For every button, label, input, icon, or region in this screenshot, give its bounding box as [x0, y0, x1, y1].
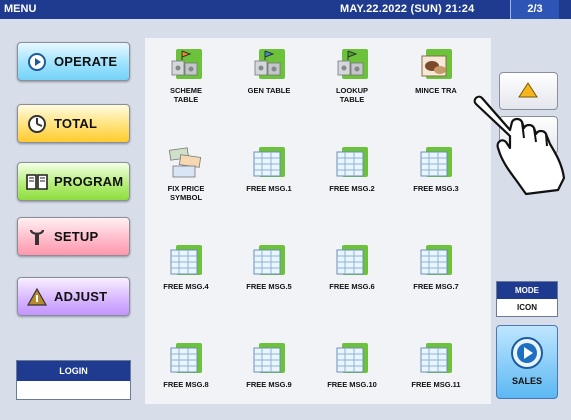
lookup-table-icon: [334, 48, 370, 82]
tile-label: FREE MSG.3: [396, 184, 476, 193]
mode-value: ICON: [517, 303, 537, 312]
tile-label-line2: TABLE: [173, 95, 199, 104]
tile-label: FREE MSG.8: [146, 380, 226, 389]
tile-label-line2: SYMBOL: [169, 193, 203, 202]
sales-play-icon: [510, 336, 544, 370]
tile-lookup[interactable]: LOOKUP TABLE: [312, 48, 392, 104]
tile-mince-tra[interactable]: MINCE TRA: [396, 48, 476, 95]
setup-button[interactable]: SETUP: [17, 217, 130, 256]
tile-label-line1: FREE MSG.8: [163, 380, 209, 389]
tile-label: FREE MSG.10: [312, 380, 392, 389]
tile-label-line1: SCHEME: [169, 86, 203, 95]
fix-price-icon: [168, 146, 204, 180]
free-msg-icon: [334, 244, 370, 278]
total-button[interactable]: TOTAL: [17, 104, 130, 143]
up-arrow-icon: [518, 82, 538, 98]
scroll-down-button[interactable]: [499, 116, 558, 154]
tile-label: MINCE TRA: [396, 86, 476, 95]
free-msg-icon: [251, 146, 287, 180]
tile-label: FREE MSG.5: [229, 282, 309, 291]
login-label: LOGIN: [17, 361, 130, 381]
book-icon: [24, 171, 50, 193]
tile-free-msg-11[interactable]: FREE MSG.11: [396, 342, 476, 389]
tile-gen-table[interactable]: GEN TABLE: [229, 48, 309, 95]
setup-label: SETUP: [54, 229, 99, 244]
tile-label-line1: FREE MSG.1: [246, 184, 292, 193]
program-button[interactable]: PROGRAM: [17, 162, 130, 201]
tile-label-line1: FIX PRICE: [167, 184, 205, 193]
free-msg-icon: [334, 342, 370, 376]
sales-label: SALES: [511, 376, 542, 386]
adjust-button[interactable]: ADJUST: [17, 277, 130, 316]
tile-label: FREE MSG.9: [229, 380, 309, 389]
tile-free-msg-6[interactable]: FREE MSG.6: [312, 244, 392, 291]
tile-free-msg-3[interactable]: FREE MSG.3: [396, 146, 476, 193]
free-msg-icon: [168, 342, 204, 376]
tile-label-line1: FREE MSG.3: [413, 184, 459, 193]
tile-label: FREE MSG.4: [146, 282, 226, 291]
tile-label-line1: FREE MSG.5: [246, 282, 292, 291]
mode-box[interactable]: MODE ICON: [496, 281, 558, 317]
tile-free-msg-8[interactable]: FREE MSG.8: [146, 342, 226, 389]
clock-icon: [24, 113, 50, 135]
tile-free-msg-10[interactable]: FREE MSG.10: [312, 342, 392, 389]
tile-label: FREE MSG.1: [229, 184, 309, 193]
scroll-up-button[interactable]: [499, 72, 558, 110]
free-msg-icon: [251, 342, 287, 376]
free-msg-icon: [334, 146, 370, 180]
tile-label: FREE MSG.6: [312, 282, 392, 291]
tile-label-line1: FREE MSG.6: [329, 282, 375, 291]
tile-label: FREE MSG.11: [396, 380, 476, 389]
menu-title: MENU: [4, 3, 37, 15]
gen-table-icon: [251, 48, 287, 82]
sales-button[interactable]: SALES: [496, 325, 558, 399]
mode-label: MODE: [497, 282, 557, 299]
tile-free-msg-5[interactable]: FREE MSG.5: [229, 244, 309, 291]
tile-label-line1: FREE MSG.7: [413, 282, 459, 291]
tile-label: GEN TABLE: [229, 86, 309, 95]
tile-label-line1: LOOKUP: [335, 86, 369, 95]
tile-label: SCHEME TABLE: [146, 86, 226, 104]
tile-fix-price[interactable]: FIX PRICE SYMBOL: [146, 146, 226, 202]
tile-label-line1: FREE MSG.10: [327, 380, 377, 389]
operate-button[interactable]: OPERATE: [17, 42, 130, 81]
free-msg-icon: [418, 342, 454, 376]
tile-label-line1: FREE MSG.9: [246, 380, 292, 389]
free-msg-icon: [418, 244, 454, 278]
tile-label: LOOKUP TABLE: [312, 86, 392, 104]
tile-free-msg-2[interactable]: FREE MSG.2: [312, 146, 392, 193]
tile-label: FREE MSG.2: [312, 184, 392, 193]
tile-label-line1: FREE MSG.2: [329, 184, 375, 193]
wrench-icon: [24, 226, 50, 248]
free-msg-icon: [168, 244, 204, 278]
free-msg-icon: [251, 244, 287, 278]
tile-label-line1: GEN TABLE: [247, 86, 291, 95]
login-box[interactable]: LOGIN: [16, 360, 131, 400]
tile-free-msg-7[interactable]: FREE MSG.7: [396, 244, 476, 291]
tile-label-line1: FREE MSG.11: [411, 380, 461, 389]
tile-label-line1: MINCE TRA: [415, 86, 457, 95]
total-label: TOTAL: [54, 116, 98, 131]
tile-free-msg-9[interactable]: FREE MSG.9: [229, 342, 309, 389]
tile-label-line2: TABLE: [339, 95, 365, 104]
operate-label: OPERATE: [54, 54, 118, 69]
adjust-label: ADJUST: [54, 289, 108, 304]
program-label: PROGRAM: [54, 174, 124, 189]
tile-label: FREE MSG.7: [396, 282, 476, 291]
page-indicator: 2/3: [510, 0, 559, 19]
adjust-icon: [24, 286, 50, 308]
title-bar: MENU MAY.22.2022 (SUN) 21:24 2/3: [0, 0, 571, 19]
free-msg-icon: [418, 146, 454, 180]
scheme-table-icon: [168, 48, 204, 82]
tile-free-msg-1[interactable]: FREE MSG.1: [229, 146, 309, 193]
tile-label: FIX PRICE SYMBOL: [146, 184, 226, 202]
tile-scheme[interactable]: SCHEME TABLE: [146, 48, 226, 104]
date-time: MAY.22.2022 (SUN) 21:24: [340, 3, 475, 15]
tile-label-line1: FREE MSG.4: [163, 282, 209, 291]
mince-trace-icon: [418, 48, 454, 82]
play-circle-icon: [24, 51, 50, 73]
tile-free-msg-4[interactable]: FREE MSG.4: [146, 244, 226, 291]
